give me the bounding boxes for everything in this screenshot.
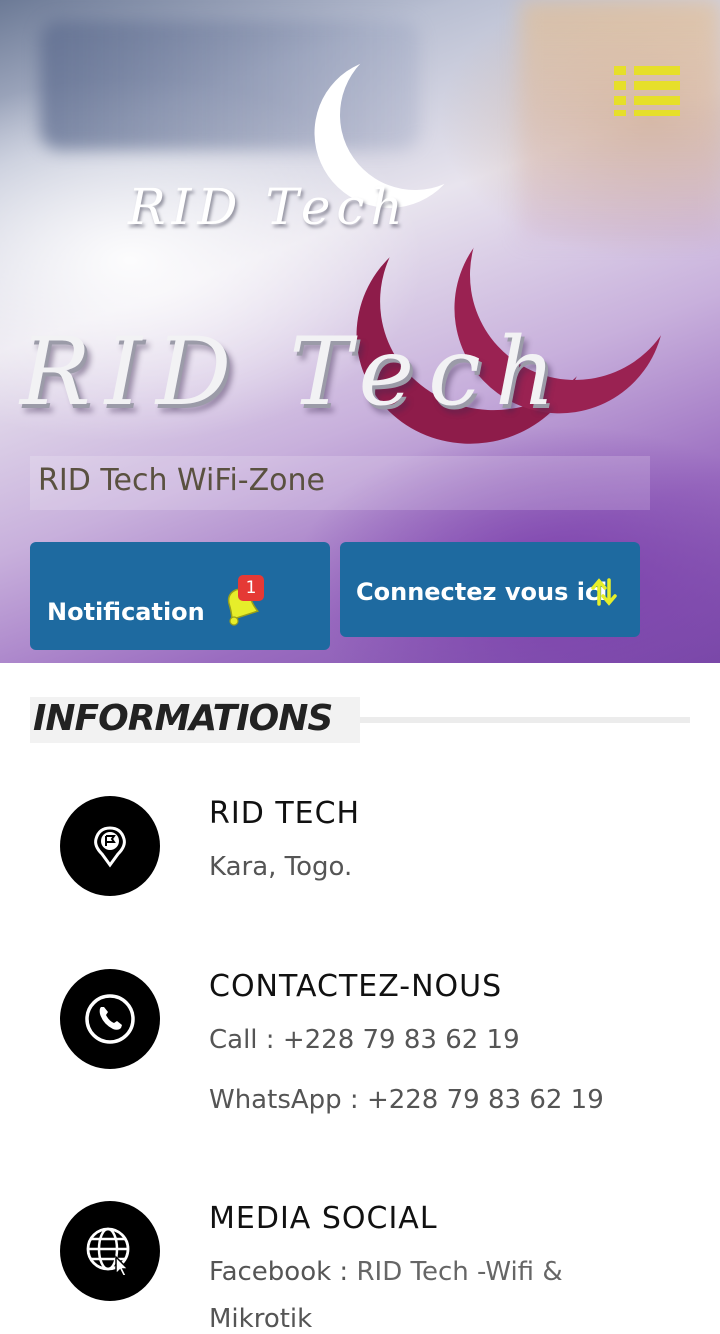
notification-label: Notification [47, 598, 205, 626]
phone-icon-circle [60, 969, 160, 1069]
hero-banner: RID Tech RID Tech RID Tech WiFi-Zone Not… [0, 0, 720, 663]
zone-title: RID Tech WiFi-Zone [38, 463, 326, 498]
section-divider [360, 717, 690, 723]
menu-icon[interactable] [614, 66, 682, 120]
globe-cursor-icon [86, 1227, 130, 1277]
phone-icon [85, 994, 135, 1044]
contact-whatsapp[interactable]: WhatsApp : +228 79 83 62 19 [209, 1085, 604, 1115]
social-title: MEDIA SOCIAL [209, 1201, 438, 1236]
logo-text-large: RID Tech [20, 318, 570, 427]
facebook-link-continued[interactable]: Mikrotik [209, 1304, 312, 1334]
contact-title: CONTACTEZ-NOUS [209, 969, 503, 1004]
connect-button[interactable]: Connectez vous ici [340, 542, 640, 637]
notification-button[interactable]: Notification 1 [30, 542, 330, 650]
map-pin-icon [94, 826, 126, 868]
location-text: Kara, Togo. [209, 852, 353, 882]
swap-arrows-icon [591, 578, 617, 606]
location-title: RID TECH [209, 796, 361, 831]
facebook-link[interactable]: RID Tech -Wifi & [356, 1257, 562, 1287]
facebook-label: Facebook : [209, 1257, 357, 1287]
social-icon-circle [60, 1201, 160, 1301]
logo-text-small: RID Tech [128, 178, 409, 236]
notification-badge: 1 [238, 575, 264, 601]
location-icon-circle [60, 796, 160, 896]
facebook-line: Facebook : RID Tech -Wifi & [209, 1257, 563, 1287]
section-title: INFORMATIONS [33, 698, 333, 739]
contact-call[interactable]: Call : +228 79 83 62 19 [209, 1025, 520, 1055]
connect-label: Connectez vous ici [356, 578, 608, 606]
